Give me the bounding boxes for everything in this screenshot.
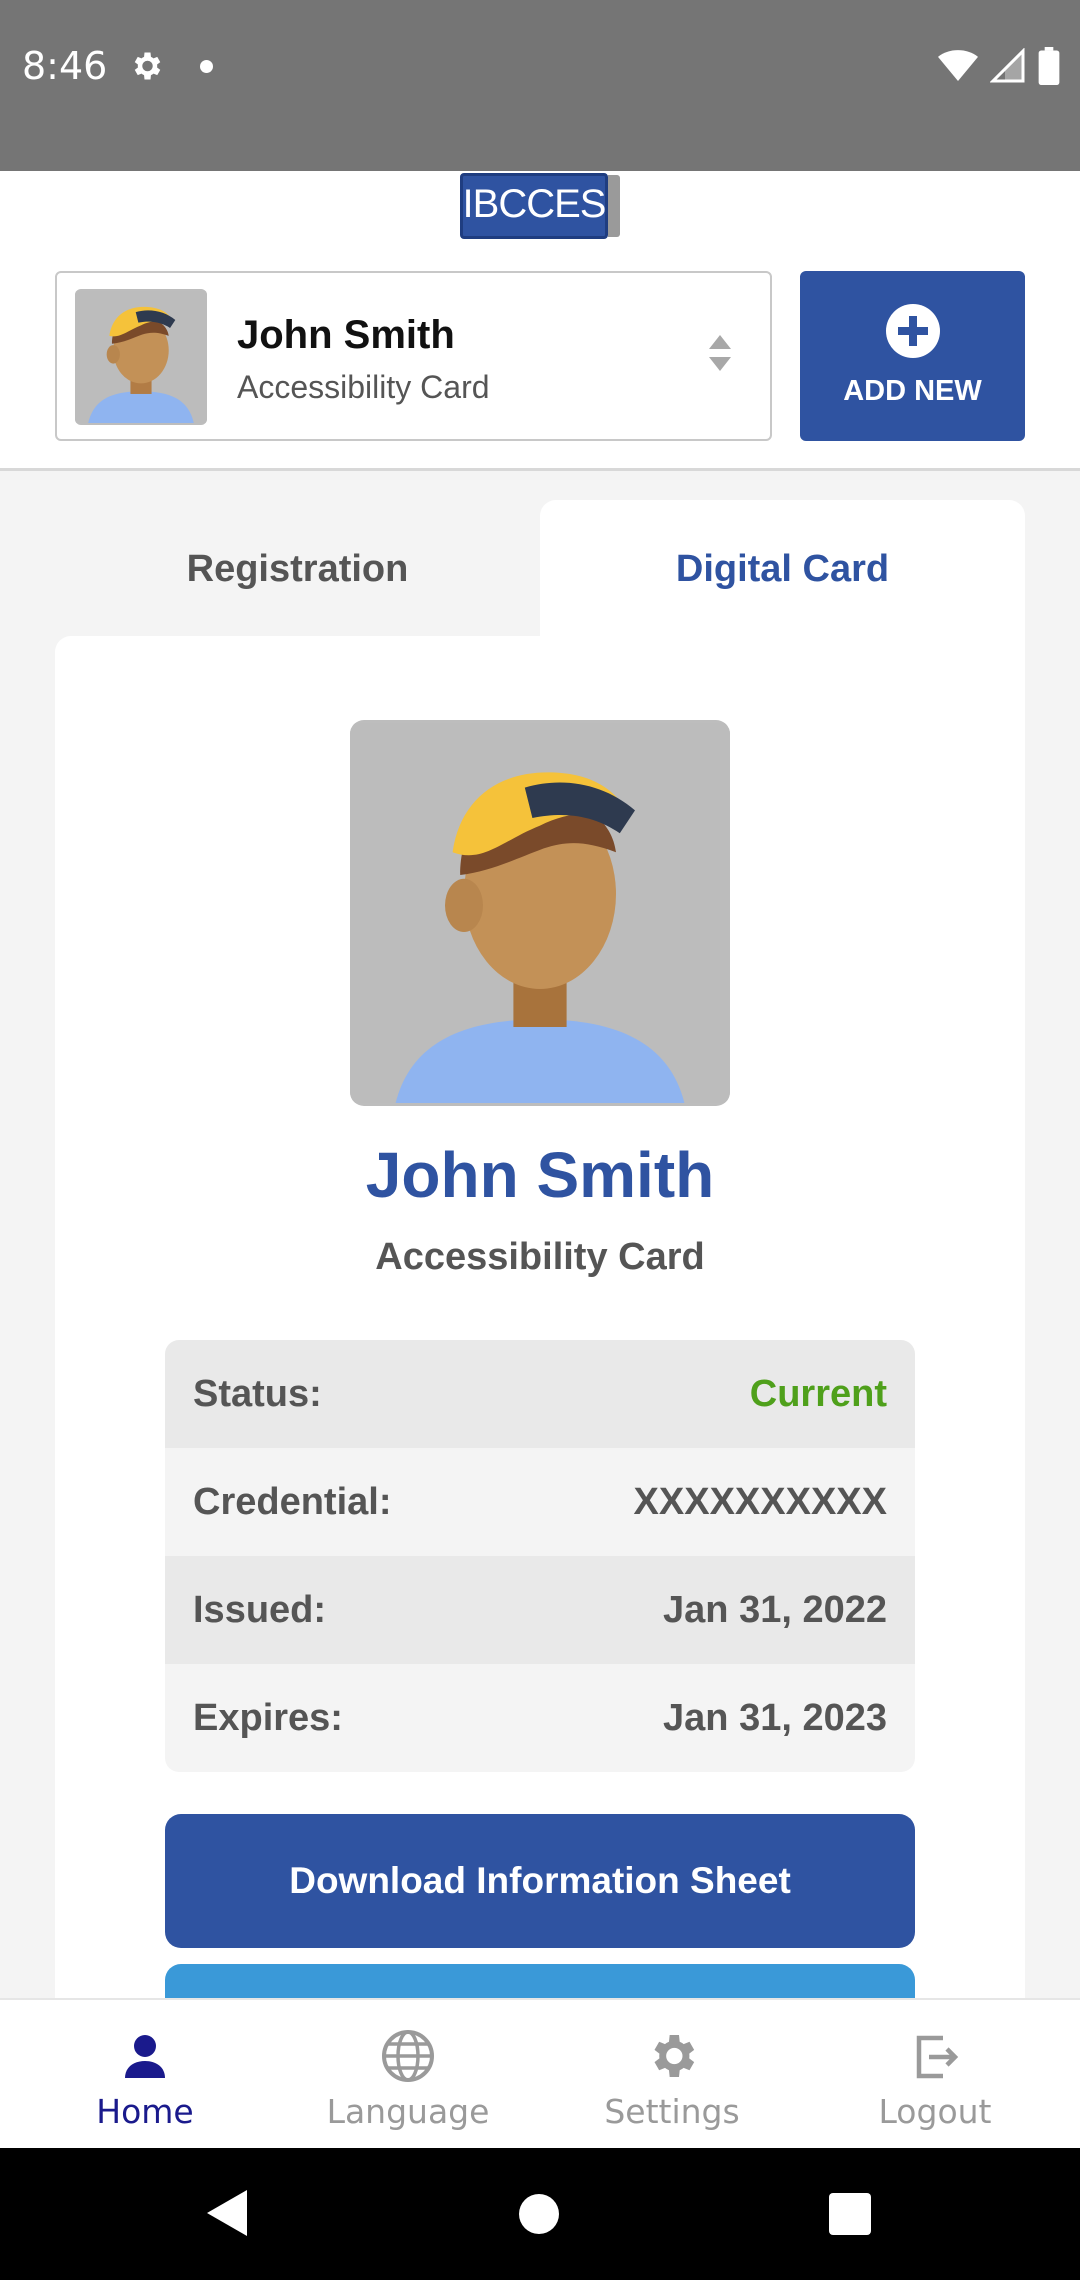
tab-registration[interactable]: Registration <box>55 500 540 638</box>
digital-card-panel: John Smith Accessibility Card Status: Cu… <box>55 636 1025 2098</box>
home-circle-icon[interactable] <box>519 2194 559 2234</box>
profile-name: John Smith <box>237 313 455 357</box>
nav-settings[interactable]: Settings <box>537 2000 807 2150</box>
download-information-sheet-button[interactable]: Download Information Sheet <box>165 1814 915 1948</box>
card-photo-illustration <box>350 723 730 1103</box>
recent-apps-icon[interactable] <box>829 2193 871 2235</box>
status-bar: 8:46 <box>0 0 1080 171</box>
tab-digital-card[interactable]: Digital Card <box>540 500 1025 638</box>
logo-text: IBCCES <box>462 182 607 226</box>
avatar <box>75 289 207 425</box>
notification-dot-icon <box>200 60 213 73</box>
card-info-table: Status: Current Credential: XXXXXXXXXX I… <box>165 1340 915 1772</box>
logout-icon <box>916 2035 959 2079</box>
credential-value: XXXXXXXXXX <box>633 1480 887 1523</box>
avatar-illustration <box>75 291 207 423</box>
issued-label: Issued: <box>193 1588 327 1631</box>
app-header: IBCCES John Smith Accessibility Card ADD… <box>0 171 1080 471</box>
nav-language-label: Language <box>326 2092 490 2131</box>
card-holder-name: John Smith <box>365 1139 715 1211</box>
gear-icon <box>134 52 161 80</box>
nav-language[interactable]: Language <box>273 2000 543 2150</box>
expires-value: Jan 31, 2023 <box>663 1696 887 1739</box>
add-new-label: ADD NEW <box>843 375 982 407</box>
card-type: Accessibility Card <box>375 1236 705 1278</box>
bottom-navigation: Home Language Settings Logout <box>0 1998 1080 2148</box>
status-icons <box>938 46 1060 86</box>
issued-row: Issued: Jan 31, 2022 <box>165 1556 915 1664</box>
nav-settings-label: Settings <box>604 2092 740 2131</box>
back-icon[interactable] <box>205 2188 249 2238</box>
profile-selector[interactable]: John Smith Accessibility Card <box>55 271 772 441</box>
expires-row: Expires: Jan 31, 2023 <box>165 1664 915 1772</box>
status-time: 8:46 <box>22 44 108 88</box>
expires-label: Expires: <box>193 1696 343 1739</box>
nav-logout[interactable]: Logout <box>800 2000 1070 2150</box>
wifi-icon <box>938 50 978 81</box>
sort-arrows-icon <box>709 335 731 371</box>
credential-row: Credential: XXXXXXXXXX <box>165 1448 915 1556</box>
status-row: Status: Current <box>165 1340 915 1448</box>
ibcces-logo: IBCCES <box>460 173 620 239</box>
credential-label: Credential: <box>193 1480 392 1523</box>
card-photo <box>350 720 730 1106</box>
battery-icon <box>1038 47 1060 85</box>
gear-icon <box>654 2035 695 2077</box>
profile-card-type: Accessibility Card <box>237 369 490 405</box>
plus-circle-icon <box>886 304 940 358</box>
cell-signal-icon <box>990 48 1025 83</box>
system-navigation-bar <box>0 2148 1080 2280</box>
nav-logout-label: Logout <box>878 2092 992 2131</box>
nav-home-label: Home <box>96 2092 194 2131</box>
nav-home[interactable]: Home <box>10 2000 280 2150</box>
add-new-button[interactable]: ADD NEW <box>800 271 1025 441</box>
status-label: Status: <box>193 1372 322 1415</box>
status-badge: Current <box>749 1372 887 1415</box>
person-icon <box>125 2035 165 2078</box>
issued-value: Jan 31, 2022 <box>663 1588 887 1631</box>
globe-icon <box>382 2030 434 2082</box>
